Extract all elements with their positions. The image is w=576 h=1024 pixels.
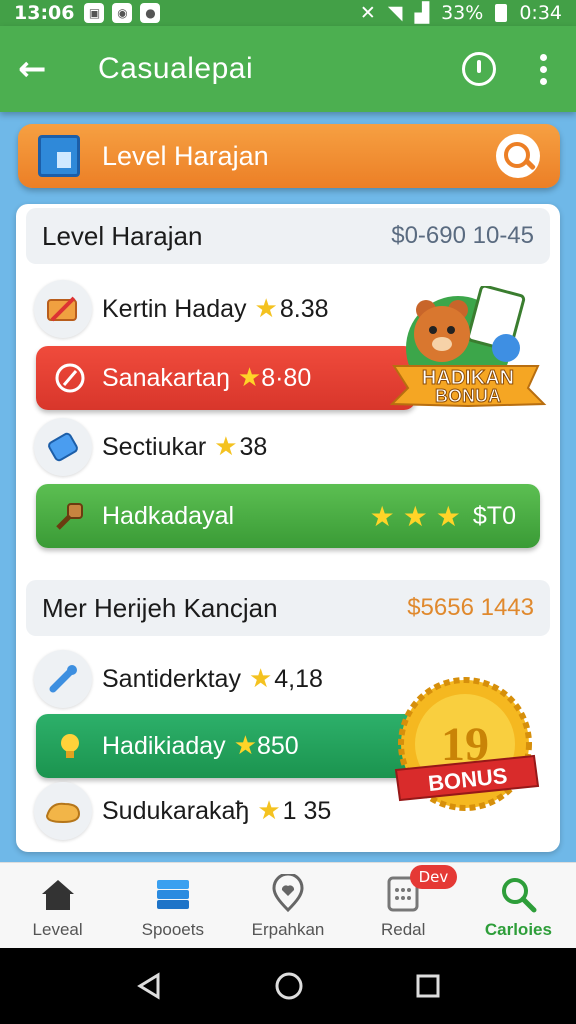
highlight-row-teal[interactable]: Hadikiaday ★ 850	[36, 714, 436, 778]
row-label: Hadikiaday	[102, 731, 226, 760]
more-options-icon[interactable]	[528, 53, 558, 85]
section-header-1: Level Harajan $0-690 10-45	[26, 208, 550, 264]
highlight-row-green[interactable]: Hadkadayal ★★★ $T0	[36, 484, 540, 548]
app-notification-icon: ▣	[84, 3, 105, 23]
star-icon: ★	[257, 796, 281, 826]
heart-pin-icon	[272, 874, 304, 913]
list-item[interactable]: Sectiukar ★ 38	[34, 416, 267, 478]
row-value: 8.38	[279, 294, 329, 323]
coin-bonus-badge[interactable]: 19 BONUS	[390, 672, 540, 822]
nav-label: Leveal	[32, 920, 83, 939]
level-banner[interactable]: Level Harajan	[18, 124, 560, 188]
row-label: Sanakartaŋ	[102, 363, 230, 392]
phone-icon	[34, 418, 92, 476]
star-icon: ★	[237, 363, 262, 393]
lightbulb-icon	[48, 724, 92, 768]
bottom-navigation: Leveal Spooets Erpahkan Dev Redal Carloi…	[0, 862, 576, 948]
row-value: 850	[257, 731, 299, 760]
nav-label: Carloies	[484, 920, 552, 939]
highlight-row-red[interactable]: Sanakartaŋ ★ 8·80	[36, 346, 416, 410]
back-arrow-icon[interactable]: ←	[18, 49, 68, 89]
status-bar: 13:06 ▣ ◉ ● ✕ ◥ ▟ 33% 0:34	[0, 0, 576, 26]
key-icon	[48, 494, 92, 538]
nav-label: Redal	[381, 920, 426, 939]
signal-icon: ▟	[414, 2, 430, 24]
stack-icon	[156, 880, 189, 909]
section-amount: $0-690 10-45	[391, 222, 534, 249]
compass-icon	[48, 356, 92, 400]
three-stars-icon: ★★★	[369, 499, 469, 533]
row-value: 1 35	[282, 796, 332, 825]
app-bar: ← Casualepai	[0, 26, 576, 112]
row-value: 38	[239, 432, 268, 461]
nav-item-carloies[interactable]: Carloies	[461, 863, 576, 948]
list-item[interactable]: Kertin Haday ★ 8.38	[34, 278, 329, 340]
status-time: 13:06	[14, 2, 75, 24]
row-label: Santiderktay	[102, 664, 241, 693]
system-navigation	[0, 948, 576, 1024]
bread-icon	[34, 782, 92, 840]
row-label: Kertin Haday	[102, 294, 247, 323]
section-title: Mer Herijeh Kancjan	[42, 592, 278, 623]
row-label: Hadkadayal	[102, 501, 235, 530]
chat-notification-icon: ◉	[112, 3, 133, 23]
list-item[interactable]: Sudukarakaђ ★ 1 35	[34, 780, 331, 842]
row-label: Sudukarakaђ	[102, 796, 250, 825]
alert-notification-icon: ●	[140, 3, 161, 23]
home-circle-icon[interactable]	[273, 970, 305, 1002]
home-icon	[41, 880, 74, 910]
dev-badge: Dev	[409, 865, 458, 889]
battery-icon	[495, 4, 508, 22]
row-value: $T0	[472, 501, 516, 530]
wrench-icon	[34, 650, 92, 708]
nav-item-erpahkan[interactable]: Erpahkan	[230, 863, 345, 948]
search-icon[interactable]	[496, 134, 540, 178]
star-icon: ★	[233, 731, 257, 761]
badge-line-2: BONUA	[435, 386, 501, 406]
status-clock: 0:34	[519, 2, 562, 24]
timer-icon[interactable]	[462, 52, 496, 86]
back-triangle-icon[interactable]	[134, 971, 164, 1001]
nav-label: Spooets	[141, 920, 204, 939]
mute-icon: ✕	[359, 2, 376, 24]
pencil-icon	[34, 280, 92, 338]
battery-percent: 33%	[441, 2, 484, 24]
row-value: 4,18	[274, 664, 323, 693]
status-right: ✕ ◥ ▟ 33% 0:34	[360, 2, 562, 24]
bear-bonus-badge[interactable]: HADIKAN BONUA	[388, 284, 548, 426]
wifi-icon: ◥	[387, 2, 403, 24]
star-icon: ★	[248, 664, 273, 694]
section-header-2: Mer Herijeh Kancjan $5656 1443	[26, 580, 550, 636]
nav-item-leveal[interactable]: Leveal	[0, 863, 115, 948]
nav-item-redal[interactable]: Dev Redal	[346, 863, 461, 948]
cube-icon	[38, 135, 80, 177]
row-label: Sectiukar	[102, 432, 207, 461]
banner-label: Level Harajan	[102, 140, 269, 171]
row-value: 8·80	[261, 363, 312, 392]
nav-item-spooets[interactable]: Spooets	[115, 863, 230, 948]
section-amount: $5656 1443	[407, 594, 534, 621]
list-item[interactable]: Santiderktay ★ 4,18	[34, 648, 323, 710]
nav-label: Erpahkan	[251, 920, 325, 939]
app-title: Casualepai	[98, 52, 254, 85]
star-icon: ★	[254, 294, 278, 324]
star-icon: ★	[214, 432, 238, 462]
notification-icons: ▣ ◉ ●	[84, 3, 161, 23]
search-icon	[502, 878, 537, 913]
section-title: Level Harajan	[42, 220, 203, 251]
recents-square-icon[interactable]	[414, 972, 442, 1000]
